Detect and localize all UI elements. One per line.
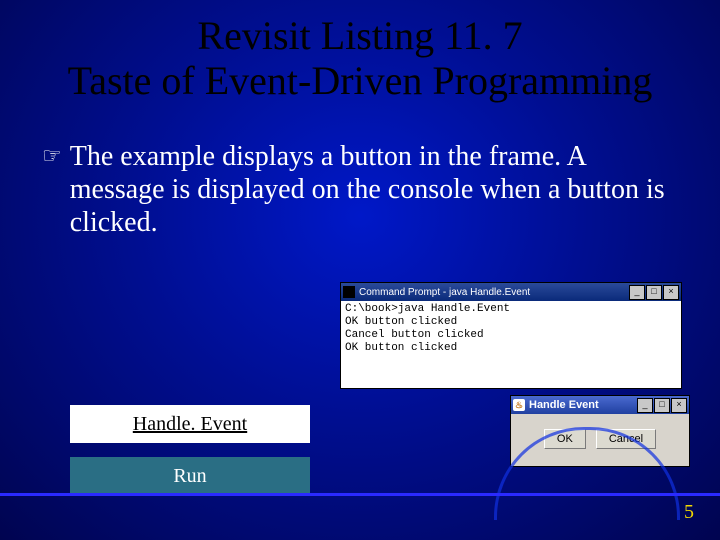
java-close-button[interactable]: ×	[671, 398, 687, 413]
java-title-text: Handle Event	[529, 399, 599, 411]
cmd-close-button[interactable]: ×	[663, 285, 679, 300]
slide-buttons: Handle. Event Run	[70, 405, 310, 495]
body-text: ☞ The example displays a button in the f…	[42, 140, 678, 239]
command-prompt-window: Command Prompt - java Handle.Event _ □ ×…	[340, 282, 682, 389]
java-icon: ♨	[513, 399, 525, 411]
cmd-icon	[343, 286, 355, 298]
java-maximize-button[interactable]: □	[654, 398, 670, 413]
hand-bullet-icon: ☞	[42, 140, 62, 172]
page-number: 5	[684, 501, 694, 524]
footer-line	[0, 493, 720, 496]
title-line-1: Revisit Listing 11. 7	[0, 14, 720, 59]
bullet-content: The example displays a button in the fra…	[70, 140, 678, 239]
title-line-2: Taste of Event-Driven Programming	[0, 59, 720, 104]
java-titlebar: ♨ Handle Event _ □ ×	[511, 396, 689, 414]
cmd-titlebar: Command Prompt - java Handle.Event _ □ ×	[341, 283, 681, 301]
cmd-maximize-button[interactable]: □	[646, 285, 662, 300]
handle-event-button[interactable]: Handle. Event	[70, 405, 310, 443]
run-button[interactable]: Run	[70, 457, 310, 495]
java-minimize-button[interactable]: _	[637, 398, 653, 413]
cmd-minimize-button[interactable]: _	[629, 285, 645, 300]
slide: Revisit Listing 11. 7 Taste of Event-Dri…	[0, 0, 720, 540]
slide-title: Revisit Listing 11. 7 Taste of Event-Dri…	[0, 14, 720, 104]
cmd-title-text: Command Prompt - java Handle.Event	[359, 287, 530, 298]
cmd-output: C:\book>java Handle.Event OK button clic…	[341, 301, 681, 357]
